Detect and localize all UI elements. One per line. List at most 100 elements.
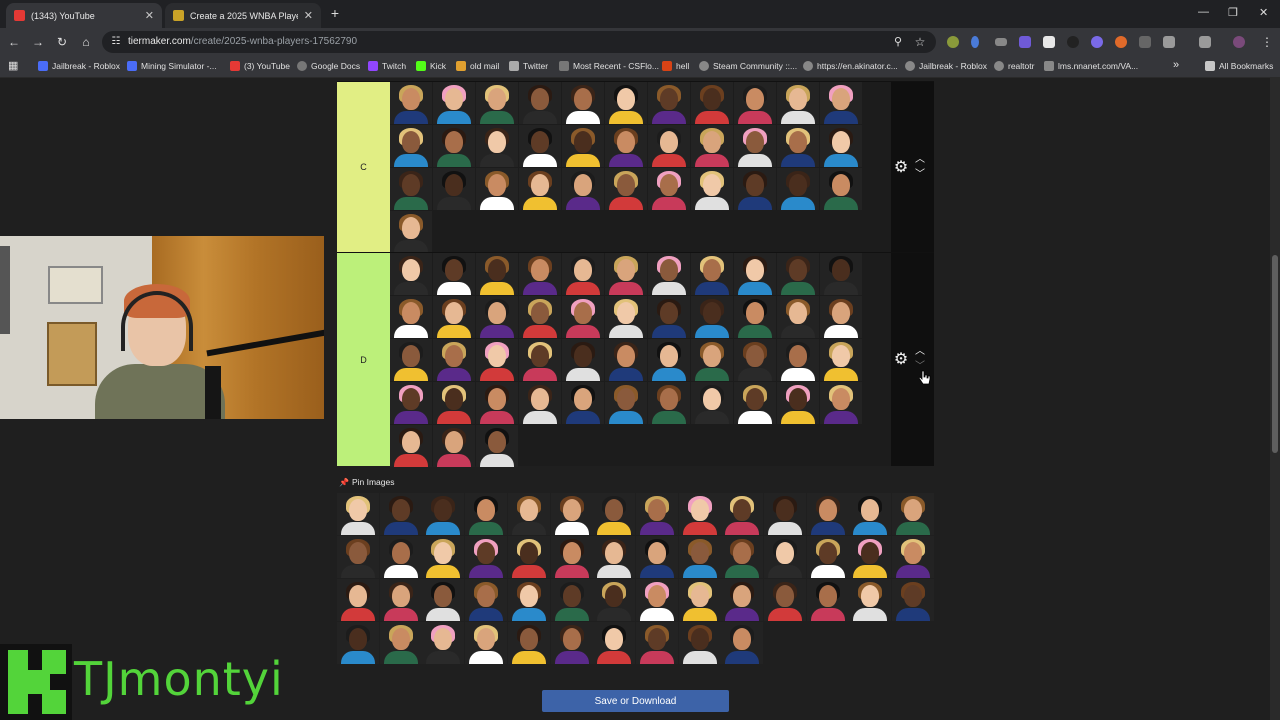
player-image[interactable]	[390, 339, 432, 381]
side-panel-icon[interactable]	[1199, 36, 1211, 48]
bookmark-star-icon[interactable]: ☆	[912, 34, 928, 50]
player-image[interactable]	[721, 493, 764, 535]
player-image[interactable]	[507, 493, 550, 535]
player-image[interactable]	[734, 382, 776, 424]
forward-icon[interactable]: →	[30, 34, 46, 50]
player-image[interactable]	[820, 339, 862, 381]
player-image[interactable]	[691, 339, 733, 381]
extension-icon[interactable]	[971, 36, 979, 48]
player-image[interactable]	[605, 125, 647, 167]
extension-icon[interactable]	[947, 36, 959, 48]
player-image[interactable]	[337, 493, 379, 535]
bookmark-item[interactable]: old mail	[456, 61, 499, 71]
player-image[interactable]	[721, 622, 764, 664]
player-image[interactable]	[337, 622, 379, 664]
move-up-icon[interactable]: ︿	[913, 154, 927, 166]
player-image[interactable]	[777, 339, 819, 381]
player-image[interactable]	[433, 425, 475, 467]
tier-items-c[interactable]	[390, 82, 891, 253]
player-image[interactable]	[734, 339, 776, 381]
player-image[interactable]	[476, 125, 518, 167]
player-image[interactable]	[433, 382, 475, 424]
player-image[interactable]	[519, 296, 561, 338]
player-image[interactable]	[892, 493, 935, 535]
player-image[interactable]	[691, 82, 733, 124]
player-image[interactable]	[820, 168, 862, 210]
player-image[interactable]	[390, 125, 432, 167]
player-image[interactable]	[519, 82, 561, 124]
gear-icon[interactable]: ⚙	[892, 351, 910, 369]
player-image[interactable]	[605, 168, 647, 210]
player-image[interactable]	[777, 296, 819, 338]
page-scrollbar-thumb[interactable]	[1272, 255, 1278, 453]
player-image[interactable]	[390, 296, 432, 338]
extensions-puzzle-icon[interactable]	[1163, 36, 1175, 48]
extension-icon[interactable]	[1043, 36, 1055, 48]
player-image[interactable]	[390, 425, 432, 467]
extension-icon[interactable]	[1019, 36, 1031, 48]
player-image[interactable]	[390, 211, 432, 253]
extension-icon[interactable]	[1067, 36, 1079, 48]
player-image[interactable]	[721, 536, 764, 578]
reload-icon[interactable]: ↻	[54, 34, 70, 50]
player-image[interactable]	[519, 339, 561, 381]
player-image[interactable]	[550, 579, 593, 621]
player-image[interactable]	[806, 579, 849, 621]
extension-icon[interactable]	[1091, 36, 1103, 48]
player-image[interactable]	[550, 536, 593, 578]
move-up-icon[interactable]: ︿	[913, 346, 927, 358]
player-image[interactable]	[849, 579, 892, 621]
player-image[interactable]	[476, 382, 518, 424]
menu-icon[interactable]: ⋮	[1259, 34, 1275, 50]
player-image[interactable]	[806, 536, 849, 578]
player-image[interactable]	[593, 536, 636, 578]
player-image[interactable]	[593, 493, 636, 535]
player-image[interactable]	[605, 253, 647, 295]
player-image[interactable]	[379, 536, 422, 578]
minimize-icon[interactable]: —	[1198, 6, 1209, 18]
player-image[interactable]	[777, 253, 819, 295]
player-image[interactable]	[648, 339, 690, 381]
player-image[interactable]	[379, 579, 422, 621]
player-image[interactable]	[734, 125, 776, 167]
bookmark-item[interactable]: Jailbreak - Roblox	[905, 61, 987, 71]
player-image[interactable]	[734, 253, 776, 295]
move-down-icon[interactable]: ﹀	[913, 169, 927, 181]
save-or-download-button[interactable]: Save or Download	[542, 690, 729, 712]
player-image[interactable]	[734, 296, 776, 338]
player-image[interactable]	[734, 82, 776, 124]
bookmark-item[interactable]: Mining Simulator -...	[127, 61, 217, 71]
player-image[interactable]	[562, 339, 604, 381]
extension-icon[interactable]	[1115, 36, 1127, 48]
player-image[interactable]	[605, 382, 647, 424]
player-image[interactable]	[648, 253, 690, 295]
close-window-icon[interactable]: ✕	[1259, 6, 1268, 19]
player-image[interactable]	[764, 579, 806, 621]
player-image[interactable]	[820, 253, 862, 295]
player-image[interactable]	[820, 125, 862, 167]
avatar[interactable]	[1233, 36, 1245, 48]
player-image[interactable]	[562, 253, 604, 295]
bookmark-item[interactable]: Kick	[416, 61, 446, 71]
player-image[interactable]	[433, 296, 475, 338]
tier-items-d[interactable]	[390, 253, 891, 467]
player-image[interactable]	[476, 253, 518, 295]
bookmark-item[interactable]: Twitch	[368, 61, 406, 71]
player-image[interactable]	[593, 622, 636, 664]
player-image[interactable]	[691, 253, 733, 295]
player-image[interactable]	[476, 425, 518, 467]
player-image[interactable]	[476, 339, 518, 381]
player-image[interactable]	[433, 168, 475, 210]
player-image[interactable]	[691, 382, 733, 424]
player-image[interactable]	[390, 168, 432, 210]
player-image[interactable]	[390, 382, 432, 424]
all-bookmarks-button[interactable]: All Bookmarks	[1205, 61, 1273, 71]
bookmark-item[interactable]: lms.nnanet.com/VA...	[1044, 61, 1138, 71]
player-image[interactable]	[507, 579, 550, 621]
player-image[interactable]	[777, 168, 819, 210]
player-image[interactable]	[476, 82, 518, 124]
bookmarks-overflow-icon[interactable]: »	[1173, 59, 1179, 71]
player-image[interactable]	[465, 493, 508, 535]
tier-label-d[interactable]: D	[337, 253, 390, 466]
site-info-icon[interactable]: ☷	[108, 34, 124, 50]
